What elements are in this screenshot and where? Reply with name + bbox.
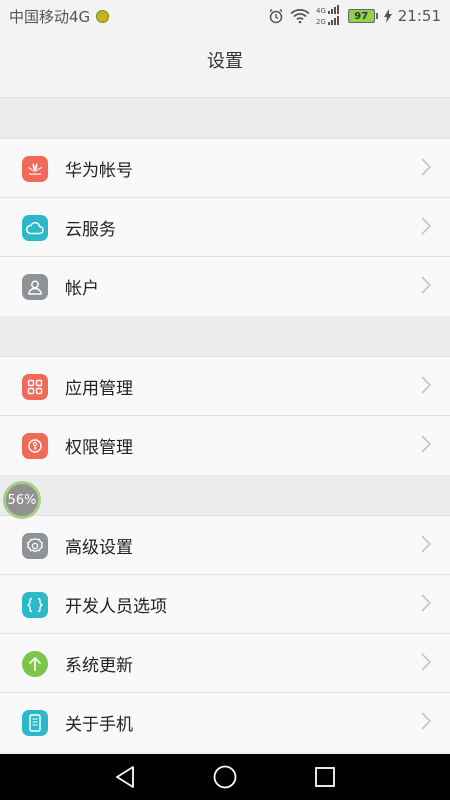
carrier-label: 中国移动4G (9, 7, 91, 26)
settings-item-about-phone[interactable]: 关于手机 (0, 693, 450, 752)
section-gap (0, 98, 450, 139)
gear-icon (22, 532, 48, 559)
page-title: 设置 (207, 51, 243, 72)
settings-list: 华为帐号 云服务 帐户 应用管理 权限管理 高级设置 开发人员选项 系统更新 关… (0, 88, 450, 752)
list-top-divider (0, 88, 450, 98)
navigation-bar (0, 754, 450, 800)
battery-level: 97 (347, 9, 375, 23)
settings-item-system-update[interactable]: 系统更新 (0, 634, 450, 693)
settings-item-accounts[interactable]: 帐户 (0, 257, 450, 316)
user-icon (22, 273, 48, 300)
settings-item-advanced-settings[interactable]: 高级设置 (0, 516, 450, 575)
section-gap (0, 316, 450, 357)
settings-item-label: 应用管理 (65, 379, 133, 399)
settings-item-cloud-service[interactable]: 云服务 (0, 198, 450, 257)
alarm-icon (268, 8, 284, 24)
back-button[interactable] (105, 757, 145, 797)
network-top-label: 4G (316, 7, 326, 15)
chevron-right-icon (421, 157, 432, 180)
settings-item-label: 帐户 (65, 279, 99, 299)
chevron-right-icon (421, 275, 432, 298)
clock: 21:51 (397, 7, 441, 25)
floating-memory-badge[interactable]: 56% (3, 481, 41, 519)
settings-item-label: 云服务 (65, 220, 116, 240)
status-bar: 中国移动4G 4G 2G 97 21:51 (0, 0, 450, 32)
chevron-right-icon (421, 434, 432, 457)
recent-apps-button[interactable] (305, 757, 345, 797)
title-bar: 设置 (0, 32, 450, 88)
chevron-right-icon (421, 593, 432, 616)
settings-item-label: 系统更新 (65, 656, 133, 676)
network-bottom-label: 2G (316, 18, 326, 26)
braces-icon (22, 591, 48, 618)
settings-item-huawei-account[interactable]: 华为帐号 (0, 139, 450, 198)
huawei-icon (22, 155, 48, 182)
cellular-signal-icon: 4G 2G (316, 5, 342, 27)
chevron-right-icon (421, 652, 432, 675)
charging-icon (383, 9, 392, 23)
cloud-icon (22, 214, 48, 241)
recent-square-icon (315, 767, 335, 787)
settings-screen: 中国移动4G 4G 2G 97 21:51 设置 华为帐号 云服务 帐户 应用管… (0, 0, 450, 800)
settings-item-developer-options[interactable]: 开发人员选项 (0, 575, 450, 634)
chevron-right-icon (421, 711, 432, 734)
settings-item-label: 华为帐号 (65, 161, 133, 181)
settings-item-permission-management[interactable]: 权限管理 (0, 416, 450, 475)
arrow-up-icon (22, 650, 48, 677)
home-button[interactable] (205, 757, 245, 797)
back-triangle-icon (116, 766, 134, 788)
grid-icon (22, 373, 48, 400)
wifi-icon (290, 8, 310, 24)
section-gap (0, 475, 450, 516)
settings-item-app-management[interactable]: 应用管理 (0, 357, 450, 416)
chevron-right-icon (421, 534, 432, 557)
settings-item-label: 关于手机 (65, 715, 133, 735)
battery-indicator: 97 (347, 9, 378, 23)
chevron-right-icon (421, 375, 432, 398)
chevron-right-icon (421, 216, 432, 239)
settings-item-label: 高级设置 (65, 538, 133, 558)
phone-icon (22, 709, 48, 736)
key-icon (22, 432, 48, 459)
settings-item-label: 权限管理 (65, 438, 133, 458)
notification-app-icon (96, 9, 110, 23)
settings-item-label: 开发人员选项 (65, 597, 167, 617)
home-circle-icon (213, 765, 237, 789)
